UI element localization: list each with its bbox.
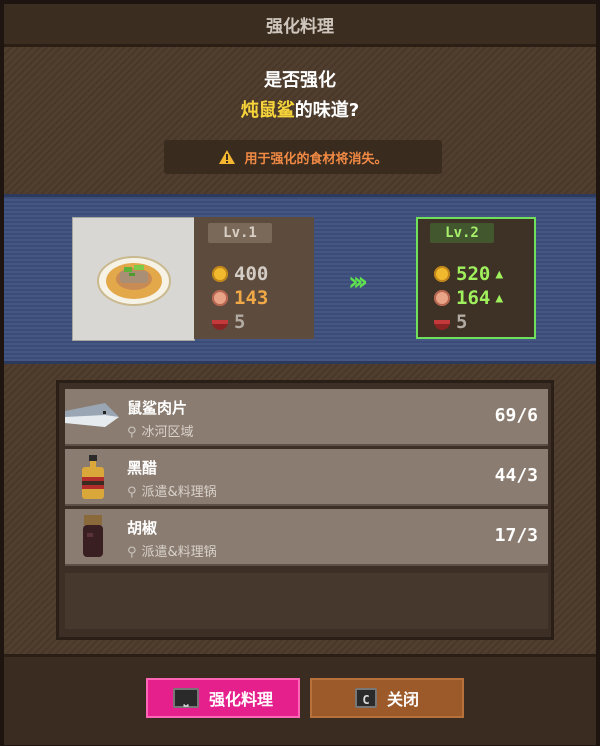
taste-face-icon [212, 290, 228, 306]
c-key-icon: C [354, 688, 377, 708]
ingredient-name: 鼠鲨肉片 [127, 399, 188, 417]
ingredient-count: 69/6 [494, 405, 538, 426]
warning-icon [219, 150, 236, 164]
enhance-dish-dialog: 强化料理 是否强化 炖鼠鲨的味道? 用于强化的食材将消失。 Lv.1 400 1… [0, 0, 600, 746]
ingredient-count: 17/3 [494, 525, 538, 546]
dialog-title: 强化料理 [4, 4, 596, 47]
braised-shark-dish-icon [96, 256, 171, 306]
current-price: 400 [234, 263, 269, 285]
ingredient-item[interactable]: 胡椒 ⚲ 派遣&料理锅 17/3 [65, 509, 548, 566]
bowl-icon [434, 320, 450, 330]
enhance-dish-button[interactable]: ⎵ 强化料理 [146, 678, 300, 718]
next-servings: 5 [456, 311, 468, 333]
dialog-footer [4, 654, 596, 745]
increase-arrow-icon: ▲ [495, 290, 504, 306]
ingredient-name: 黑醋 [127, 459, 158, 477]
current-servings-row: 5 [212, 311, 245, 333]
enhance-dish-button-label: 强化料理 [208, 690, 273, 709]
ingredient-list: 鼠鲨肉片 ⚲ 冰河区域 69/6 黑醋 ⚲ 派遣&料理锅 44/3 胡椒 ⚲ 派… [56, 380, 554, 640]
upgrade-preview: Lv.1 400 143 5 ››› Lv.2 520 ▲ 164 ▲ 5 [4, 194, 596, 364]
next-servings-row: 5 [434, 311, 467, 333]
ingredient-location: ⚲ 派遣&料理锅 [127, 545, 217, 560]
location-pin-icon: ⚲ [127, 425, 137, 440]
current-price-row: 400 [212, 263, 268, 285]
shark-meat-icon [65, 389, 120, 444]
location-pin-icon: ⚲ [127, 485, 137, 500]
space-key-icon: ⎵ [172, 688, 199, 708]
ingredient-location: ⚲ 派遣&料理锅 [127, 485, 217, 500]
ingredient-name: 胡椒 [127, 519, 158, 537]
chevron-triple-right-icon: ››› [348, 267, 368, 297]
warning-text: 用于强化的食材将消失。 [244, 151, 388, 167]
current-stats: Lv.1 400 143 5 [194, 217, 314, 339]
current-servings: 5 [234, 311, 246, 333]
question-suffix: 的味道? [294, 100, 360, 121]
dish-image [72, 217, 195, 341]
next-taste: 164 [456, 287, 491, 309]
empty-ingredient-slot [65, 573, 548, 629]
black-vinegar-bottle-icon [65, 449, 120, 504]
next-price: 520 [456, 263, 491, 285]
gold-coin-icon [212, 266, 228, 282]
question-line-1: 是否强化 [264, 70, 336, 91]
next-price-row: 520 ▲ [434, 263, 503, 285]
question-line-2: 炖鼠鲨的味道? [4, 96, 596, 126]
dish-name: 炖鼠鲨 [240, 100, 295, 121]
location-pin-icon: ⚲ [127, 545, 137, 560]
confirm-question: 是否强化 炖鼠鲨的味道? [4, 66, 596, 126]
pepper-jar-icon [65, 509, 120, 564]
ingredient-location: ⚲ 冰河区域 [127, 425, 194, 440]
close-button[interactable]: C 关闭 [310, 678, 464, 718]
next-stats: Lv.2 520 ▲ 164 ▲ 5 [416, 217, 536, 339]
gold-coin-icon [434, 266, 450, 282]
bowl-icon [212, 320, 228, 330]
current-level: Lv.1 [208, 223, 272, 243]
ingredient-item[interactable]: 黑醋 ⚲ 派遣&料理锅 44/3 [65, 449, 548, 506]
current-taste: 143 [234, 287, 269, 309]
current-taste-row: 143 [212, 287, 268, 309]
ingredient-item[interactable]: 鼠鲨肉片 ⚲ 冰河区域 69/6 [65, 389, 548, 446]
increase-arrow-icon: ▲ [495, 266, 504, 282]
close-button-label: 关闭 [386, 690, 419, 709]
ingredient-count: 44/3 [494, 465, 538, 486]
next-taste-row: 164 ▲ [434, 287, 503, 309]
next-level: Lv.2 [430, 223, 494, 243]
warning-banner: 用于强化的食材将消失。 [164, 140, 442, 174]
taste-face-icon [434, 290, 450, 306]
